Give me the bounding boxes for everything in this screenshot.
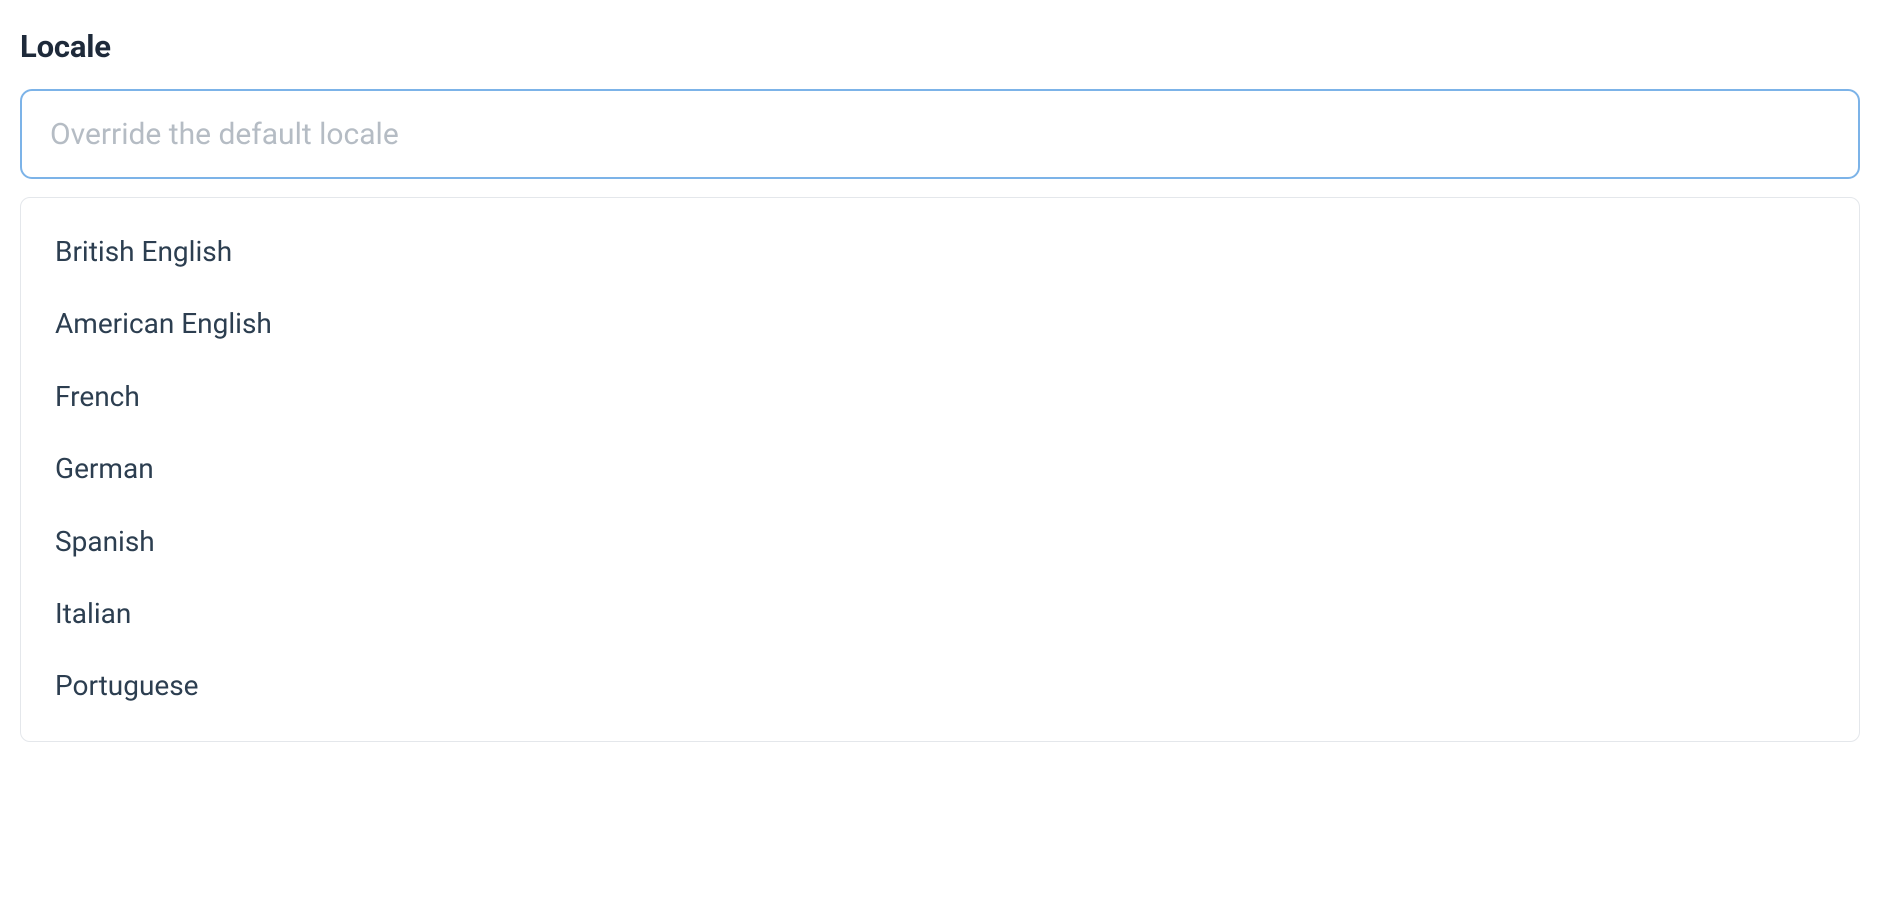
locale-option-american-english[interactable]: American English: [21, 288, 1859, 360]
locale-option-french[interactable]: French: [21, 361, 1859, 433]
locale-option-german[interactable]: German: [21, 433, 1859, 505]
locale-field-container: Locale British English American English …: [20, 28, 1860, 742]
locale-label: Locale: [20, 28, 1860, 65]
locale-option-portuguese[interactable]: Portuguese: [21, 650, 1859, 722]
locale-input-wrapper: [20, 89, 1860, 179]
locale-option-italian[interactable]: Italian: [21, 578, 1859, 650]
locale-dropdown: British English American English French …: [20, 197, 1860, 742]
locale-option-british-english[interactable]: British English: [21, 216, 1859, 288]
locale-option-spanish[interactable]: Spanish: [21, 506, 1859, 578]
locale-input[interactable]: [20, 89, 1860, 179]
